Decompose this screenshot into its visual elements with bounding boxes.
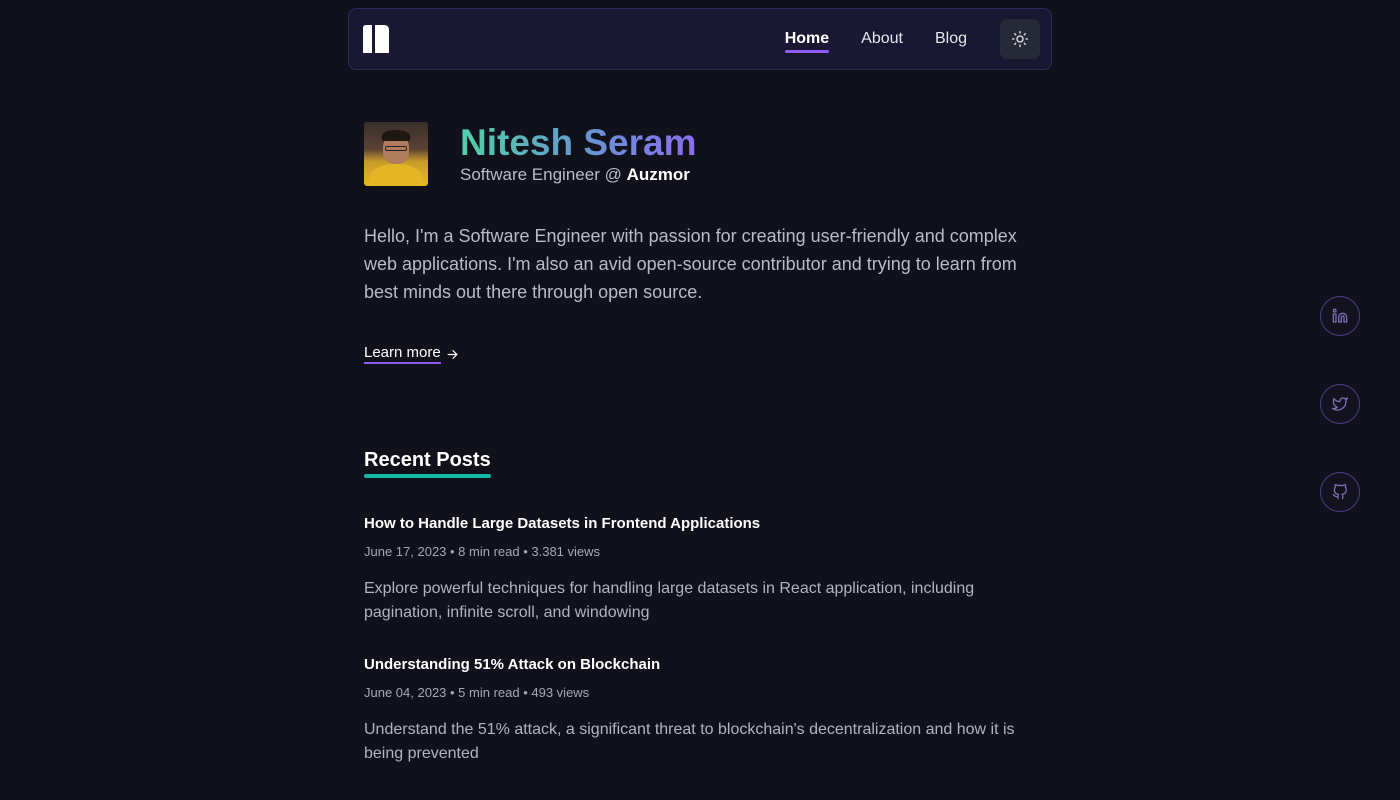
nav-about-link[interactable]: About bbox=[861, 29, 903, 49]
post-meta: June 04, 2023 • 5 min read • 493 views bbox=[364, 685, 590, 700]
posts-list: How to Handle Large Datasets in Frontend… bbox=[364, 514, 1036, 766]
main-content: Nitesh Seram Software Engineer @ Auzmor … bbox=[364, 122, 1036, 796]
post-description: Understand the 51% attack, a significant… bbox=[364, 721, 1015, 762]
avatar bbox=[364, 122, 428, 186]
arrow-right-icon bbox=[447, 349, 458, 359]
learn-more-link[interactable]: Learn more bbox=[364, 344, 459, 364]
post-item[interactable]: How to Handle Large Datasets in Frontend… bbox=[364, 514, 1036, 625]
post-description: Explore powerful techniques for handling… bbox=[364, 580, 975, 621]
profile-role: Software Engineer @ Auzmor bbox=[460, 164, 697, 186]
profile-text: Nitesh Seram Software Engineer @ Auzmor bbox=[460, 122, 697, 186]
navbar: Home About Blog bbox=[348, 8, 1052, 70]
site-logo-link[interactable] bbox=[362, 24, 390, 54]
bio-text: Hello, I'm a Software Engineer with pass… bbox=[364, 226, 1017, 302]
post-item[interactable]: Understanding 51% Attack on Blockchain J… bbox=[364, 655, 1036, 766]
sun-icon bbox=[1011, 30, 1029, 48]
nav-links: Home About Blog bbox=[753, 19, 1040, 59]
role-prefix: Software Engineer @ bbox=[460, 165, 622, 184]
profile-header: Nitesh Seram Software Engineer @ Auzmor bbox=[364, 122, 1036, 186]
nav-home-link[interactable]: Home bbox=[784, 29, 830, 53]
learn-more-label: Learn more bbox=[364, 344, 441, 364]
theme-toggle-button[interactable] bbox=[1000, 19, 1040, 59]
post-meta: June 17, 2023 • 8 min read • 3.381 views bbox=[364, 544, 601, 559]
company-name: Auzmor bbox=[626, 165, 690, 184]
nav-blog-link[interactable]: Blog bbox=[935, 29, 967, 49]
profile-name: Nitesh Seram bbox=[460, 122, 697, 163]
linkedin-link[interactable] bbox=[1320, 296, 1360, 336]
recent-posts-title: Recent Posts bbox=[364, 449, 491, 478]
post-title[interactable]: Understanding 51% Attack on Blockchain bbox=[364, 655, 1036, 675]
github-link[interactable] bbox=[1320, 472, 1360, 512]
github-icon bbox=[1332, 484, 1347, 500]
social-links bbox=[1320, 296, 1360, 560]
post-title[interactable]: How to Handle Large Datasets in Frontend… bbox=[364, 514, 1036, 534]
linkedin-icon bbox=[1332, 308, 1348, 323]
twitter-icon bbox=[1332, 397, 1348, 411]
site-logo-icon bbox=[363, 25, 389, 53]
twitter-link[interactable] bbox=[1320, 384, 1360, 424]
